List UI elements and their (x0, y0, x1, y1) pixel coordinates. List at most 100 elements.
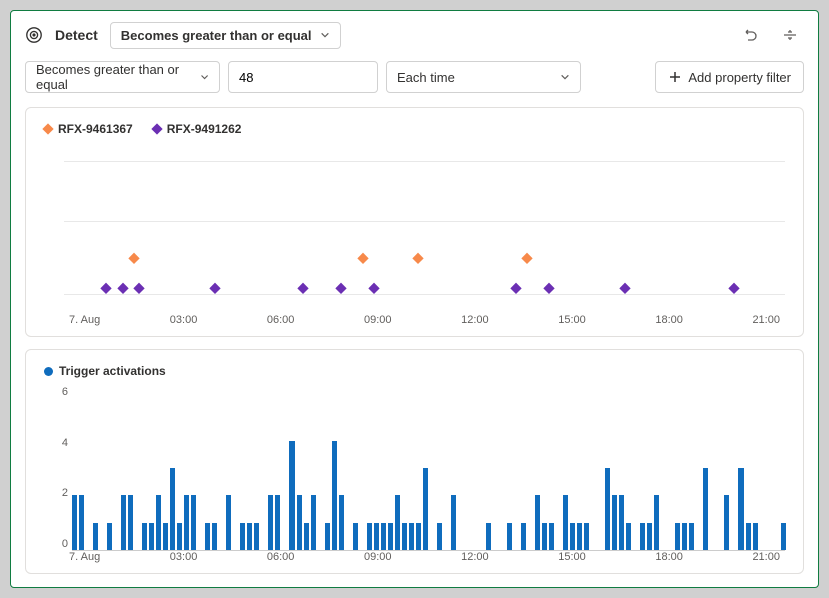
bar (142, 523, 147, 550)
bar (781, 523, 786, 550)
bar (191, 495, 196, 550)
data-point (510, 283, 521, 294)
data-point (128, 252, 139, 263)
bar (163, 523, 168, 550)
x-tick: 09:00 (364, 314, 392, 326)
plus-icon (668, 70, 682, 84)
threshold-input-wrap (228, 61, 378, 93)
bar (374, 523, 379, 550)
data-point (412, 252, 423, 263)
bar (353, 523, 358, 550)
bar (703, 468, 708, 550)
bars-y-axis: 6420 (48, 386, 68, 550)
legend-label: RFX-9491262 (167, 122, 242, 136)
bar (149, 523, 154, 550)
bar (409, 523, 414, 550)
data-point (619, 283, 630, 294)
bar (619, 495, 624, 550)
bar (156, 495, 161, 550)
bar (521, 523, 526, 550)
data-point (368, 283, 379, 294)
bar-plot: 6420 (72, 386, 785, 551)
bars-card: Trigger activations 6420 7. Aug03:0006:0… (25, 349, 804, 574)
x-tick: 03:00 (170, 314, 198, 326)
bar (584, 523, 589, 550)
y-tick: 0 (48, 538, 68, 550)
bar (170, 468, 175, 550)
scatter-x-axis: 7. Aug03:0006:0009:0012:0015:0018:0021:0… (64, 314, 785, 326)
bar (626, 523, 631, 550)
split-button[interactable] (776, 21, 804, 49)
bar (226, 495, 231, 550)
chevron-down-icon (200, 72, 209, 82)
bar (304, 523, 309, 550)
bar (451, 495, 456, 550)
bars-legend: Trigger activations (44, 364, 785, 378)
add-property-filter-button[interactable]: Add property filter (655, 61, 804, 93)
legend-item: Trigger activations (44, 364, 166, 378)
legend-label: Trigger activations (59, 364, 166, 378)
header-condition-select[interactable]: Becomes greater than or equal (110, 22, 341, 49)
x-tick: 18:00 (655, 551, 683, 563)
data-point (297, 283, 308, 294)
header: Detect Becomes greater than or equal (25, 21, 804, 49)
x-tick: 7. Aug (69, 551, 100, 563)
data-point (101, 283, 112, 294)
bar (311, 495, 316, 550)
bar (437, 523, 442, 550)
legend-label: RFX-9461367 (58, 122, 133, 136)
bar (325, 523, 330, 550)
bar (107, 523, 112, 550)
bar (388, 523, 393, 550)
bar (339, 495, 344, 550)
bar (675, 523, 680, 550)
bar (381, 523, 386, 550)
scatter-legend: RFX-9461367 RFX-9491262 (44, 122, 785, 136)
header-condition-label: Becomes greater than or equal (121, 28, 312, 43)
scatter-plot (64, 144, 785, 314)
bar (121, 495, 126, 550)
bar (177, 523, 182, 550)
bar (205, 523, 210, 550)
frequency-select[interactable]: Each time (386, 61, 581, 93)
bar (647, 523, 652, 550)
legend-item: RFX-9491262 (153, 122, 242, 136)
bar (605, 468, 610, 550)
bar (753, 523, 758, 550)
threshold-input[interactable] (239, 70, 367, 85)
bar (577, 523, 582, 550)
x-tick: 21:00 (752, 314, 780, 326)
x-tick: 03:00 (170, 551, 198, 563)
chevron-down-icon (560, 72, 570, 82)
bar (212, 523, 217, 550)
bar (402, 523, 407, 550)
x-tick: 12:00 (461, 314, 489, 326)
bar (254, 523, 259, 550)
legend-item: RFX-9461367 (44, 122, 133, 136)
add-button-label: Add property filter (688, 70, 791, 85)
x-tick: 21:00 (752, 551, 780, 563)
x-tick: 06:00 (267, 314, 295, 326)
bar (654, 495, 659, 550)
bar (542, 523, 547, 550)
bar (724, 495, 729, 550)
data-point (543, 283, 554, 294)
bar (535, 495, 540, 550)
condition-select[interactable]: Becomes greater than or equal (25, 61, 220, 93)
bar (486, 523, 491, 550)
bar (297, 495, 302, 550)
x-tick: 18:00 (655, 314, 683, 326)
bar (240, 523, 245, 550)
bar (184, 495, 189, 550)
data-point (357, 252, 368, 263)
y-tick: 4 (48, 437, 68, 449)
x-tick: 7. Aug (69, 314, 100, 326)
undo-button[interactable] (736, 21, 764, 49)
filter-row: Becomes greater than or equal Each time … (25, 61, 804, 93)
data-point (133, 283, 144, 294)
data-point (210, 283, 221, 294)
data-point (521, 252, 532, 263)
data-point (117, 283, 128, 294)
bar (72, 495, 77, 550)
bar (689, 523, 694, 550)
